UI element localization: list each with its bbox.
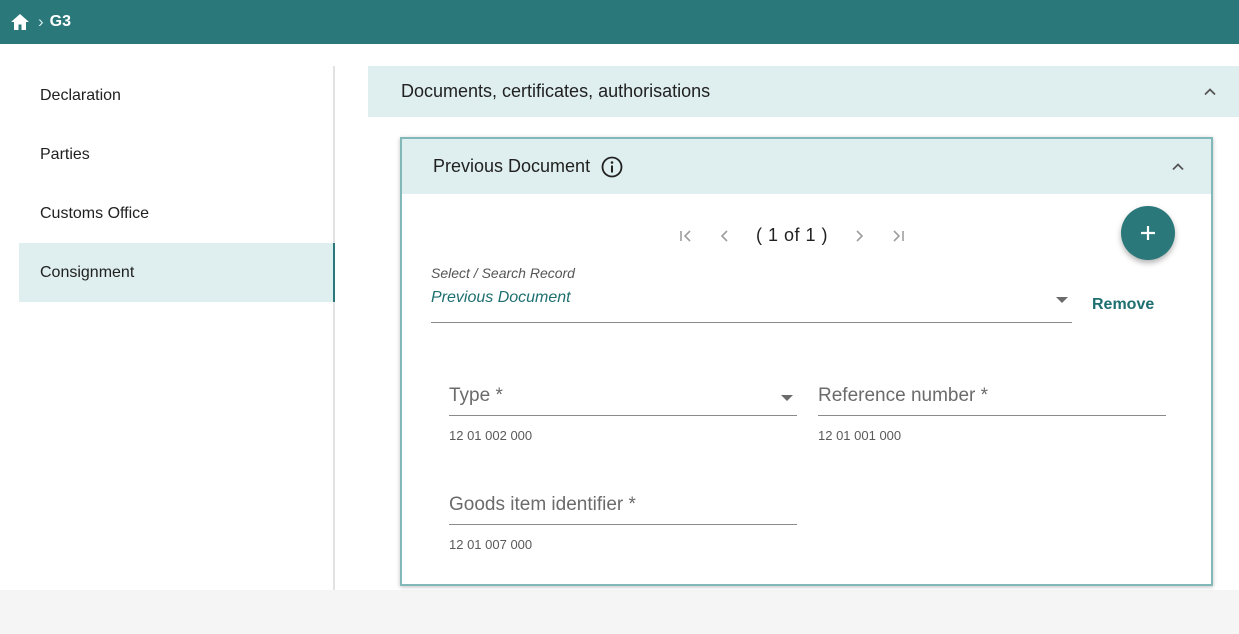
sidebar-item-declaration[interactable]: Declaration: [19, 66, 333, 125]
goods-item-identifier-hint: 12 01 007 000: [449, 537, 533, 552]
info-icon[interactable]: [601, 156, 623, 178]
sidebar-item-label: Declaration: [40, 86, 121, 104]
type-field: Type * 12 01 002 000: [449, 376, 797, 443]
record-pager: ( 1 of 1 ): [678, 225, 906, 246]
plus-icon: [1141, 226, 1155, 240]
goods-item-identifier-field: Goods item identifier * 12 01 007 000: [449, 485, 797, 552]
type-hint: 12 01 002 000: [449, 428, 533, 443]
previous-document-card: Previous Document ( 1 of 1 ) Select / Se…: [400, 137, 1213, 586]
type-label: Type *: [449, 384, 503, 406]
type-select[interactable]: Type *: [449, 376, 797, 416]
sidebar: Declaration Parties Customs Office Consi…: [19, 66, 335, 590]
first-page-icon[interactable]: [678, 228, 694, 244]
sidebar-item-customs-office[interactable]: Customs Office: [19, 184, 333, 243]
section-header[interactable]: Documents, certificates, authorisations: [368, 66, 1239, 117]
sidebar-item-label: Consignment: [40, 263, 135, 281]
chevron-up-icon[interactable]: [1171, 162, 1185, 171]
reference-number-input[interactable]: Reference number *: [818, 376, 1166, 416]
card-title: Previous Document: [433, 156, 591, 176]
card-title-group: Previous Document: [433, 156, 623, 178]
reference-number-label: Reference number *: [818, 384, 989, 406]
breadcrumb-current: G3: [49, 13, 72, 30]
top-bar: › G3: [0, 0, 1239, 44]
goods-item-identifier-label: Goods item identifier *: [449, 493, 636, 515]
select-record-dropdown[interactable]: Previous Document: [431, 289, 1072, 323]
chevron-right-icon: ›: [38, 12, 44, 31]
sidebar-item-consignment[interactable]: Consignment: [19, 243, 335, 302]
chevron-up-icon[interactable]: [1203, 87, 1217, 96]
dropdown-arrow-icon: [1056, 297, 1068, 303]
select-record-label: Select / Search Record: [431, 265, 575, 281]
reference-number-hint: 12 01 001 000: [818, 428, 902, 443]
dropdown-arrow-icon: [781, 394, 793, 401]
previous-page-icon[interactable]: [718, 228, 732, 244]
sidebar-item-label: Customs Office: [40, 204, 150, 222]
section-title: Documents, certificates, authorisations: [401, 81, 711, 101]
sidebar-item-label: Parties: [40, 145, 90, 163]
next-page-icon[interactable]: [852, 228, 866, 244]
add-record-button[interactable]: [1121, 206, 1175, 260]
main-content: Documents, certificates, authorisations …: [368, 66, 1239, 590]
card-header[interactable]: Previous Document: [402, 139, 1211, 194]
select-record-value: Previous Document: [431, 289, 571, 306]
reference-number-field: Reference number * 12 01 001 000: [818, 376, 1166, 443]
pager-count: ( 1 of 1 ): [756, 225, 829, 245]
goods-item-identifier-input[interactable]: Goods item identifier *: [449, 485, 797, 525]
last-page-icon[interactable]: [890, 228, 906, 244]
home-icon[interactable]: [10, 12, 30, 32]
remove-button[interactable]: Remove: [1092, 296, 1154, 314]
sidebar-item-parties[interactable]: Parties: [19, 125, 333, 184]
